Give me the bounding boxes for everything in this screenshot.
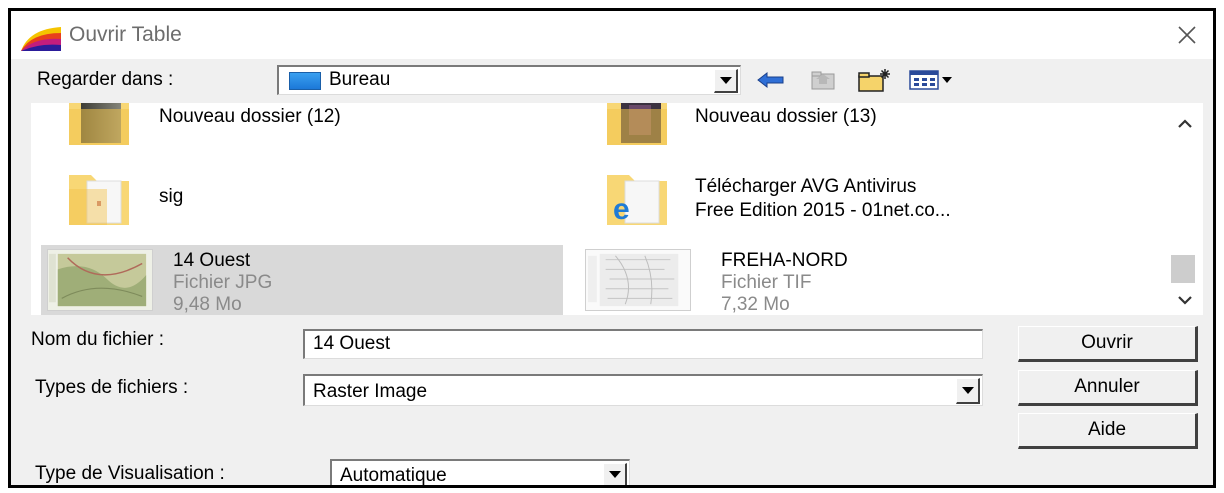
file-name-label: Nom du fichier : — [31, 329, 165, 350]
help-button[interactable]: Aide — [1018, 413, 1198, 449]
scroll-down-button[interactable] — [1167, 285, 1203, 315]
folder-ie-icon: e — [607, 175, 667, 226]
file-types-value: Raster Image — [313, 381, 428, 402]
folder-icon — [69, 103, 129, 145]
list-item[interactable]: Nouveau dossier (13) — [575, 103, 1155, 155]
file-name-input[interactable]: 14 Ouest — [303, 329, 983, 359]
desktop-icon — [289, 72, 321, 90]
file-name: Nouveau dossier (13) — [695, 106, 877, 127]
new-folder-button[interactable] — [855, 65, 895, 95]
chevron-down-icon — [1178, 296, 1192, 305]
title-bar: Ouvrir Table — [11, 11, 1213, 59]
mapinfo-logo-icon — [21, 27, 61, 51]
scroll-thumb[interactable] — [1171, 255, 1195, 283]
open-table-dialog: Ouvrir Table Regarder dans : Bureau Nouv… — [8, 8, 1216, 488]
chevron-down-icon — [608, 471, 621, 478]
visualisation-label: Type de Visualisation : — [35, 463, 225, 484]
chevron-down-icon — [719, 77, 732, 84]
folder-icon — [607, 103, 667, 145]
view-menu-icon — [909, 70, 952, 90]
map-thumbnail — [585, 249, 691, 311]
back-icon — [757, 71, 784, 89]
visualisation-dropdown[interactable]: Automatique — [330, 459, 630, 486]
file-name-line1: Télécharger AVG Antivirus — [695, 176, 917, 197]
file-name-line2: Free Edition 2015 - 01net.co... — [695, 200, 951, 221]
file-name: sig — [159, 186, 184, 207]
up-folder-icon — [811, 71, 835, 90]
list-item-selected[interactable]: 14 Ouest Fichier JPG 9,48 Mo — [41, 245, 563, 315]
view-menu-button[interactable] — [907, 65, 957, 95]
file-list[interactable]: Nouveau dossier (12) Nouveau dossier (13… — [31, 103, 1203, 315]
dropdown-arrow-button[interactable] — [714, 69, 738, 93]
open-button[interactable]: Ouvrir — [1018, 326, 1198, 362]
close-icon — [1178, 26, 1196, 44]
file-types-label: Types de fichiers : — [35, 377, 189, 398]
back-button[interactable] — [753, 65, 789, 95]
look-in-dropdown[interactable]: Bureau — [277, 65, 741, 95]
chevron-down-icon — [961, 387, 974, 394]
list-item[interactable]: e Télécharger AVG Antivirus Free Edition… — [575, 161, 1155, 233]
vertical-scrollbar[interactable] — [1167, 103, 1203, 315]
file-name-value: 14 Ouest — [313, 333, 391, 354]
up-folder-button[interactable] — [805, 65, 841, 95]
file-size: 7,32 Mo — [721, 294, 790, 315]
look-in-value: Bureau — [329, 69, 391, 90]
window-title: Ouvrir Table — [69, 23, 182, 46]
folder-icon — [69, 175, 129, 225]
scroll-up-button[interactable] — [1167, 109, 1203, 139]
file-name: Nouveau dossier (12) — [159, 106, 341, 127]
file-type: Fichier JPG — [173, 272, 273, 293]
look-in-label: Regarder dans : — [37, 69, 174, 90]
file-size: 9,48 Mo — [173, 294, 242, 315]
list-item[interactable]: FREHA-NORD Fichier TIF 7,32 Mo — [575, 245, 1155, 315]
close-button[interactable] — [1165, 17, 1209, 53]
file-name: 14 Ouest — [173, 250, 251, 271]
map-thumbnail — [47, 249, 153, 311]
file-type: Fichier TIF — [721, 272, 812, 293]
list-item[interactable]: sig — [31, 161, 561, 233]
file-name: FREHA-NORD — [721, 250, 848, 271]
chevron-up-icon — [1178, 119, 1192, 128]
dropdown-arrow-button[interactable] — [603, 463, 627, 485]
dropdown-arrow-button[interactable] — [956, 378, 980, 404]
list-item[interactable]: Nouveau dossier (12) — [31, 103, 561, 155]
new-folder-icon — [858, 69, 890, 92]
visualisation-value: Automatique — [340, 465, 447, 486]
file-types-dropdown[interactable]: Raster Image — [303, 374, 983, 406]
cancel-button[interactable]: Annuler — [1018, 370, 1198, 406]
svg-text:e: e — [613, 193, 630, 226]
